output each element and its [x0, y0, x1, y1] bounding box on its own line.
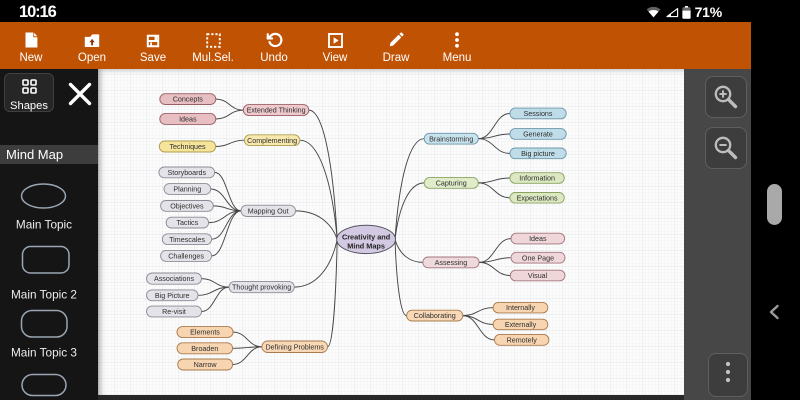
svg-text:Mapping Out: Mapping Out — [248, 207, 289, 215]
svg-text:Externally: Externally — [505, 321, 537, 329]
svg-text:Collaborating: Collaborating — [414, 312, 456, 320]
svg-text:Narrow: Narrow — [194, 361, 218, 369]
svg-text:Creativity and: Creativity and — [342, 233, 390, 242]
svg-text:Techniques: Techniques — [169, 143, 206, 151]
svg-text:Objectives: Objectives — [170, 203, 204, 211]
svg-text:Planning: Planning — [173, 186, 201, 194]
svg-text:Sessions: Sessions — [524, 110, 553, 118]
svg-text:Assessing: Assessing — [435, 259, 468, 267]
svg-text:Internally: Internally — [506, 304, 535, 312]
svg-text:Extended Thinking: Extended Thinking — [247, 107, 306, 115]
svg-text:Concepts: Concepts — [173, 96, 204, 104]
svg-text:Ideas: Ideas — [179, 116, 197, 124]
svg-text:Brainstorming: Brainstorming — [429, 135, 473, 143]
svg-text:Generate: Generate — [523, 131, 553, 139]
svg-text:Complementing: Complementing — [247, 137, 297, 145]
svg-text:Defining Problems: Defining Problems — [266, 343, 325, 351]
svg-text:Storyboards: Storyboards — [168, 169, 207, 177]
svg-text:Timescales: Timescales — [169, 236, 205, 244]
svg-text:Tactics: Tactics — [176, 219, 198, 227]
svg-text:Associations: Associations — [154, 275, 195, 283]
svg-text:Visual: Visual — [528, 272, 548, 280]
svg-text:Main Topic 2: Main Topic 2 — [11, 288, 77, 302]
svg-text:Thought provoking: Thought provoking — [232, 284, 291, 292]
svg-text:Re-visit: Re-visit — [162, 308, 186, 316]
svg-text:Challenges: Challenges — [168, 253, 204, 261]
svg-text:Expectations: Expectations — [517, 194, 558, 202]
svg-text:Mind Maps: Mind Maps — [347, 241, 385, 250]
svg-text:Elements: Elements — [190, 329, 220, 337]
svg-text:One Page: One Page — [522, 254, 554, 262]
svg-text:Remotely: Remotely — [507, 336, 538, 344]
svg-text:Capturing: Capturing — [436, 180, 467, 188]
svg-text:Ideas: Ideas — [529, 235, 547, 243]
svg-text:Main Topic: Main Topic — [16, 218, 72, 232]
svg-text:Broaden: Broaden — [191, 345, 218, 353]
svg-text:Main Topic 3: Main Topic 3 — [11, 346, 77, 360]
svg-text:Information: Information — [519, 175, 555, 183]
svg-text:Big Picture: Big Picture — [155, 292, 190, 300]
svg-text:Big picture: Big picture — [521, 150, 555, 158]
